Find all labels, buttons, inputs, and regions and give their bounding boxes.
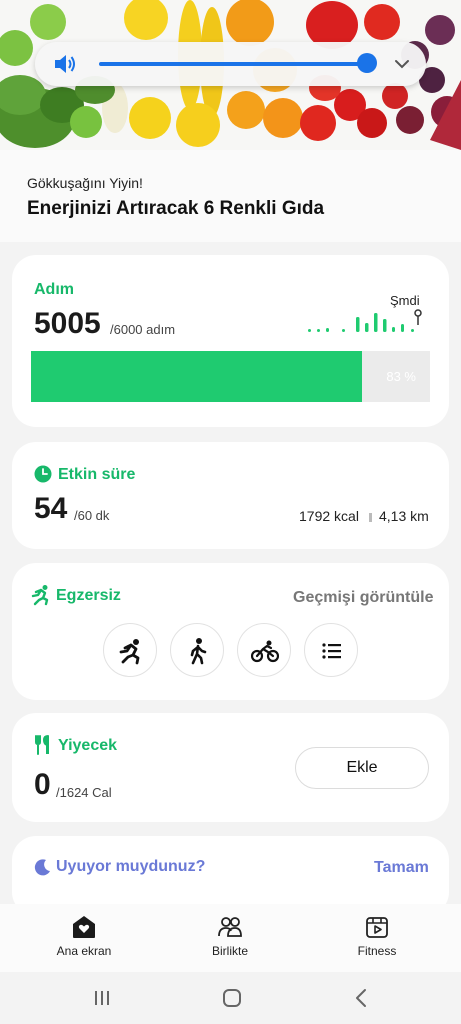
volume-slider-track[interactable] [99,62,367,66]
nav-fitness[interactable]: Fitness [327,904,427,972]
fitness-play-icon [366,917,388,938]
steps-progress-fill [31,351,363,402]
promo-banner[interactable]: Gökkuşağını Yiyin! Enerjinizi Artıracak … [0,0,461,242]
nav-home-label: Ana ekran [56,944,112,958]
clock-icon [34,465,52,483]
list-icon [322,643,341,659]
sleep-ok-button[interactable]: Tamam [374,859,429,877]
nav-together[interactable]: Birlikte [180,904,280,972]
home-heart-icon [73,916,95,938]
distance-value: 4,13 km [379,508,429,524]
active-time-title: Etkin süre [58,466,136,483]
steps-value: 5005 [34,307,101,340]
active-time-card[interactable]: Etkin süre 54 /60 dk 1792 kcal 4,13 km [12,442,449,549]
steps-progress-bar: 83 % [31,351,430,402]
cycling-icon [251,640,279,663]
chevron-down-icon[interactable] [392,55,412,73]
sleep-title: Uyuyor muydunuz? [56,858,206,875]
steps-progress-label: 83 % [386,369,416,384]
add-food-button[interactable]: Ekle [295,747,429,789]
active-time-goal: /60 dk [74,508,110,523]
steps-goal: /6000 adım [110,322,176,337]
active-time-value: 54 [34,492,68,525]
steps-card[interactable]: Adım 5005 /6000 adım Şmdi 83 % [12,255,449,427]
banner-title: Enerjinizi Artıracak 6 Renkli Gıda [27,198,325,219]
bottom-navigation: Ana ekran Birlikte Fitness [0,904,461,972]
volume-slider-thumb[interactable] [357,53,377,73]
recents-icon[interactable] [89,986,115,1010]
steps-sparkline [308,309,422,332]
running-icon [31,585,49,606]
food-title: Yiyecek [58,737,118,754]
moon-icon [34,859,50,876]
back-icon[interactable] [349,986,375,1010]
food-card[interactable]: Yiyecek 0 /1624 Cal Ekle [12,713,449,822]
now-label: Şmdi [390,293,420,308]
food-value: 0 [34,768,51,801]
fork-knife-icon [35,735,49,755]
steps-title: Adım [34,281,74,298]
exercise-title: Egzersiz [56,587,121,604]
calories-value: 1792 kcal [299,508,359,524]
walking-icon [190,638,207,665]
volume-panel [35,42,426,86]
exercise-card[interactable]: Egzersiz Geçmişi görüntüle [12,563,449,700]
people-icon [218,917,242,937]
running-icon [119,639,140,665]
banner-subtitle: Gökkuşağını Yiyin! [27,175,143,191]
start-running-button[interactable] [103,623,157,677]
view-history-link[interactable]: Geçmişi görüntüle [293,589,433,607]
start-cycling-button[interactable] [237,623,291,677]
nav-fitness-label: Fitness [357,944,397,958]
nav-home[interactable]: Ana ekran [34,904,134,972]
start-walking-button[interactable] [170,623,224,677]
system-navigation-bar [0,972,461,1024]
food-goal: /1624 Cal [56,785,112,800]
home-icon[interactable] [219,986,245,1010]
nav-together-label: Birlikte [211,944,248,958]
exercise-list-button[interactable] [304,623,358,677]
speaker-icon[interactable] [53,53,77,75]
divider [369,513,372,522]
